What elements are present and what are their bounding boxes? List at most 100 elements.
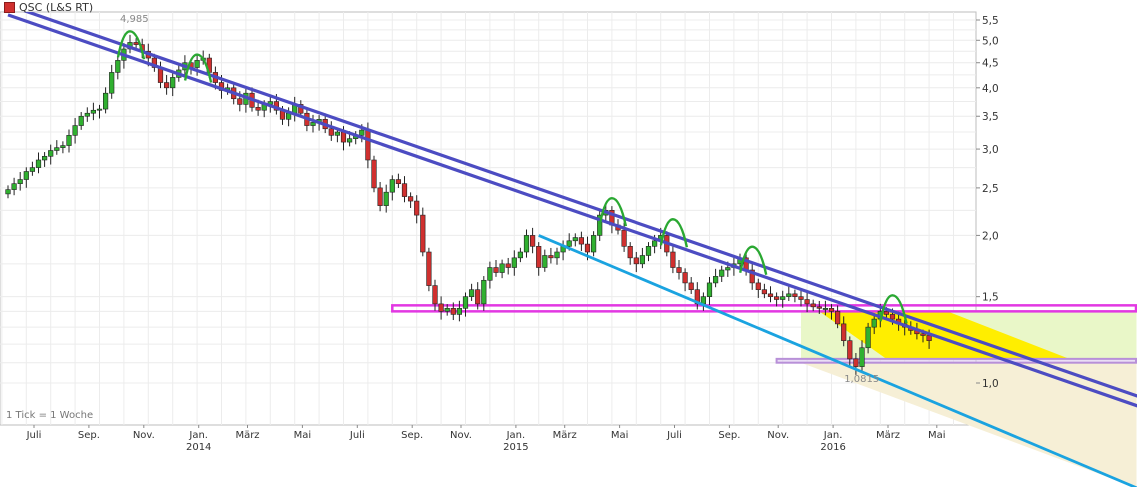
candle-body xyxy=(590,235,597,253)
low-marker-label: 1,0815 xyxy=(844,374,879,385)
candle-body xyxy=(542,255,548,268)
candle-body xyxy=(810,303,816,308)
candle-body xyxy=(627,246,633,259)
x-tick-label: Nov. xyxy=(767,430,789,441)
x-tick-label: März xyxy=(553,430,577,441)
candle-body xyxy=(133,42,139,45)
candle-body xyxy=(865,326,871,349)
candle-body xyxy=(407,196,414,202)
candle-body xyxy=(566,240,572,247)
candle-body xyxy=(456,308,463,315)
x-tick-label: Mai xyxy=(928,430,946,441)
candle-body xyxy=(17,179,23,184)
candle-body xyxy=(554,251,560,259)
x-tick-label: Juli xyxy=(26,430,42,441)
candle-body xyxy=(481,279,487,305)
high-marker-label: 4,985 xyxy=(120,14,149,25)
candle-body xyxy=(725,267,731,271)
candle-body xyxy=(651,240,658,247)
candle-body xyxy=(395,179,402,184)
candle-body xyxy=(572,237,578,242)
candle-body xyxy=(633,257,639,265)
candle-body xyxy=(841,323,847,341)
y-tick-label: 1,5 xyxy=(982,292,999,304)
candle-body xyxy=(511,257,517,268)
candle-body xyxy=(109,72,115,94)
candle-body xyxy=(462,296,469,309)
candle-body xyxy=(719,269,725,277)
candle-body xyxy=(255,107,261,111)
y-tick-label: 4,0 xyxy=(982,83,999,95)
candle-body xyxy=(23,171,29,180)
candle-body xyxy=(54,147,60,151)
candle-body xyxy=(676,267,682,273)
candle-body xyxy=(90,109,96,114)
candle-body xyxy=(432,285,438,305)
candle-body xyxy=(786,293,792,297)
candle-body xyxy=(346,138,353,143)
candle-body xyxy=(853,358,859,367)
candle-body xyxy=(847,340,853,360)
candle-body xyxy=(706,282,713,297)
candle-body xyxy=(773,296,780,300)
candle-body xyxy=(536,246,542,268)
y-tick-label: 5,0 xyxy=(982,35,999,47)
y-tick-label: 2,0 xyxy=(982,230,999,242)
candle-body xyxy=(310,122,316,126)
candle-body xyxy=(767,293,774,297)
candle-body xyxy=(889,314,896,320)
candle-body xyxy=(328,128,334,136)
candle-body xyxy=(237,98,243,105)
legend-label: QSC (L&S RT) xyxy=(19,1,94,14)
candle-body xyxy=(450,308,456,315)
candle-body xyxy=(170,77,176,89)
candle-body xyxy=(828,308,835,312)
y-tick-label: 3,0 xyxy=(982,144,999,156)
x-tick-label: Nov. xyxy=(450,430,472,441)
candle-body xyxy=(103,92,109,110)
candle-body xyxy=(66,135,72,146)
candle-body xyxy=(584,243,591,253)
candle-body xyxy=(621,229,627,247)
candle-body xyxy=(780,296,786,300)
candle-body xyxy=(5,189,11,195)
candle-body xyxy=(493,267,499,273)
y-tick-label: 1,0 xyxy=(982,378,999,390)
candle-body xyxy=(11,183,17,190)
candle-body xyxy=(517,251,523,259)
candle-body xyxy=(438,303,444,312)
candle-body xyxy=(365,129,371,161)
y-tick-label: 4,5 xyxy=(982,58,999,70)
candle-body xyxy=(371,159,377,189)
x-tick-label: Jan. xyxy=(506,430,526,441)
candle-body xyxy=(29,167,36,172)
candle-body xyxy=(871,318,877,328)
candle-body xyxy=(529,235,536,247)
candle-body xyxy=(444,308,450,312)
x-tick-label: Sep. xyxy=(401,430,423,441)
legend: QSC (L&S RT) xyxy=(4,1,93,14)
candle-body xyxy=(359,129,365,136)
candle-body xyxy=(475,289,481,305)
candle-body xyxy=(834,311,841,325)
candle-body xyxy=(548,255,554,259)
candle-body xyxy=(487,267,493,281)
candle-body xyxy=(48,150,54,157)
tick-note: 1 Tick = 1 Woche xyxy=(6,410,94,421)
candle-body xyxy=(499,263,505,273)
candle-body xyxy=(41,155,48,161)
candle-body xyxy=(78,115,84,126)
candle-body xyxy=(383,191,389,206)
x-year-label: 2016 xyxy=(820,442,845,453)
x-tick-label: Sep. xyxy=(78,430,100,441)
candle-body xyxy=(798,296,804,300)
candle-body xyxy=(389,179,395,193)
x-year-label: 2014 xyxy=(186,442,211,453)
x-tick-label: Jan. xyxy=(188,430,208,441)
candle-body xyxy=(72,125,78,136)
candle-body xyxy=(926,335,932,341)
candle-body xyxy=(377,187,383,206)
candle-body xyxy=(761,289,767,295)
candle-body xyxy=(401,183,408,197)
candle-body xyxy=(194,60,200,68)
